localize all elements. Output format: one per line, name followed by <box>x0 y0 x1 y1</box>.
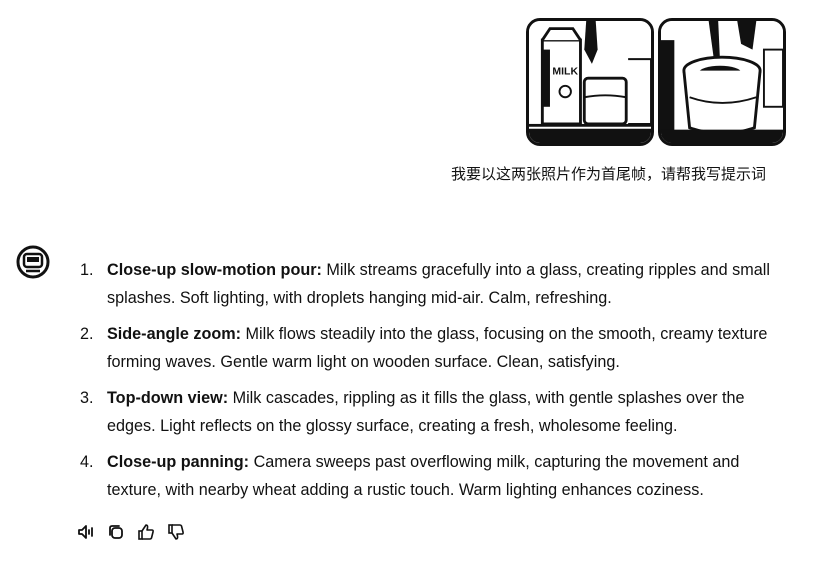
thumbs-up-icon[interactable] <box>136 522 156 542</box>
item-title: Close-up slow-motion pour: <box>107 261 322 279</box>
thumbs-down-icon[interactable] <box>166 522 186 542</box>
list-number: 1. <box>80 261 94 279</box>
list-number: 3. <box>80 389 94 407</box>
milk-pouring-into-glass-photo <box>661 21 783 143</box>
speaker-icon[interactable] <box>76 522 96 542</box>
assistant-response: 1. Close-up slow-motion pour: Milk strea… <box>80 256 792 512</box>
list-number: 4. <box>80 453 94 471</box>
list-number: 2. <box>80 325 94 343</box>
item-title: Top-down view: <box>107 389 229 407</box>
attachment-image-2[interactable] <box>658 18 786 146</box>
item-title: Close-up panning: <box>107 453 250 471</box>
user-message: 我要以这两张照片作为首尾帧，请帮我写提示词 <box>450 165 766 183</box>
copy-icon[interactable] <box>106 522 126 542</box>
milk-carton-glass-photo: MILK <box>529 21 651 143</box>
list-item: 1. Close-up slow-motion pour: Milk strea… <box>80 256 792 312</box>
assistant-bot-icon <box>16 245 50 279</box>
list-item: 2. Side-angle zoom: Milk flows steadily … <box>80 320 792 376</box>
carton-label: MILK <box>552 66 578 77</box>
attachment-image-1[interactable]: MILK <box>526 18 654 146</box>
item-title: Side-angle zoom: <box>107 325 242 343</box>
list-item: 3. Top-down view: Milk cascades, ripplin… <box>80 384 792 440</box>
assistant-avatar <box>16 245 50 279</box>
list-item: 4. Close-up panning: Camera sweeps past … <box>80 448 792 504</box>
message-actions <box>76 522 186 544</box>
